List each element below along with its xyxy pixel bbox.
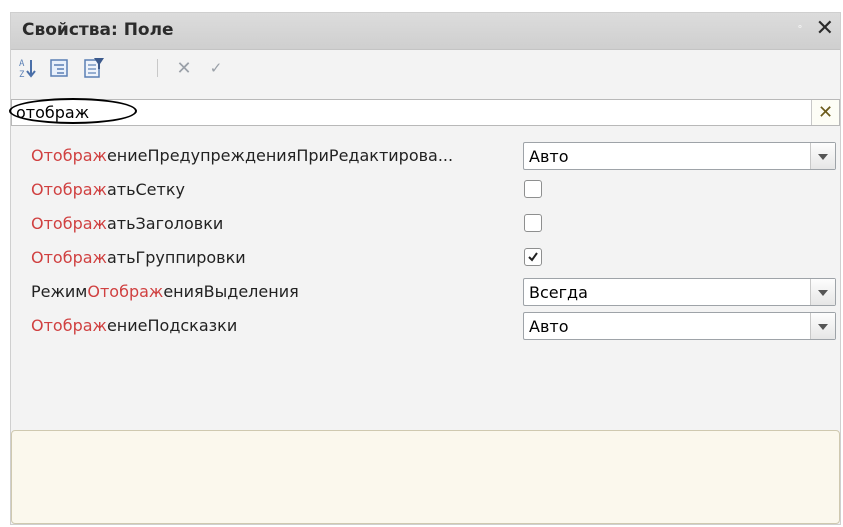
property-name: ОтображатьГруппировки [31,248,246,267]
property-select[interactable]: Авто [523,312,836,340]
window-title: Свойства: Поле [22,20,174,40]
property-select[interactable]: Авто [523,142,836,170]
dropdown-arrow-icon[interactable] [810,143,835,169]
search-input[interactable] [14,102,806,123]
property-name: ОтображениеПредупрежденияПриРедактирова.… [31,146,454,165]
filter-icon[interactable] [81,56,107,80]
property-row[interactable]: ОтображатьСетку [11,173,840,207]
property-checkbox[interactable] [524,248,542,266]
dropdown-arrow-icon[interactable] [810,279,835,305]
properties-window: Свойства: Поле ᵒ ✕ A Z ✕ ✓ отображ ✕ Ото… [9,12,841,525]
svg-text:Z: Z [19,70,25,79]
search-box: ✕ [9,98,840,126]
property-select[interactable]: Всегда [523,278,836,306]
property-row[interactable]: РежимОтображенияВыделения Всегда [11,275,840,309]
toolbar-separator [157,59,158,77]
property-name: ОтображениеПодсказки [31,316,238,335]
svg-text:A: A [19,59,25,69]
sort-alphabet-icon[interactable]: A Z [15,56,41,80]
dropdown-arrow-icon[interactable] [810,313,835,339]
toolbar: A Z ✕ ✓ [11,50,840,86]
checkmark-icon [528,252,538,262]
close-button[interactable]: ✕ [816,16,834,41]
categories-icon[interactable] [47,56,73,80]
title-bar: Свойства: Поле ᵒ ✕ [11,13,840,50]
property-row[interactable]: ОтображатьЗаголовки [11,207,840,241]
cancel-icon[interactable]: ✕ [171,56,197,80]
property-row[interactable]: ОтображениеПодсказки Авто [11,309,840,343]
property-name: ОтображатьСетку [31,180,185,199]
property-checkbox[interactable] [524,180,542,198]
description-panel [11,430,840,524]
property-name: РежимОтображенияВыделения [31,282,299,301]
clear-search-button[interactable]: ✕ [811,100,839,125]
pin-icon[interactable]: ᵒ [798,24,802,34]
property-row[interactable]: ОтображениеПредупрежденияПриРедактирова.… [11,139,840,173]
property-row[interactable]: ОтображатьГруппировки [11,241,840,275]
property-name: ОтображатьЗаголовки [31,214,224,233]
property-checkbox[interactable] [524,214,542,232]
confirm-icon[interactable]: ✓ [203,56,229,80]
